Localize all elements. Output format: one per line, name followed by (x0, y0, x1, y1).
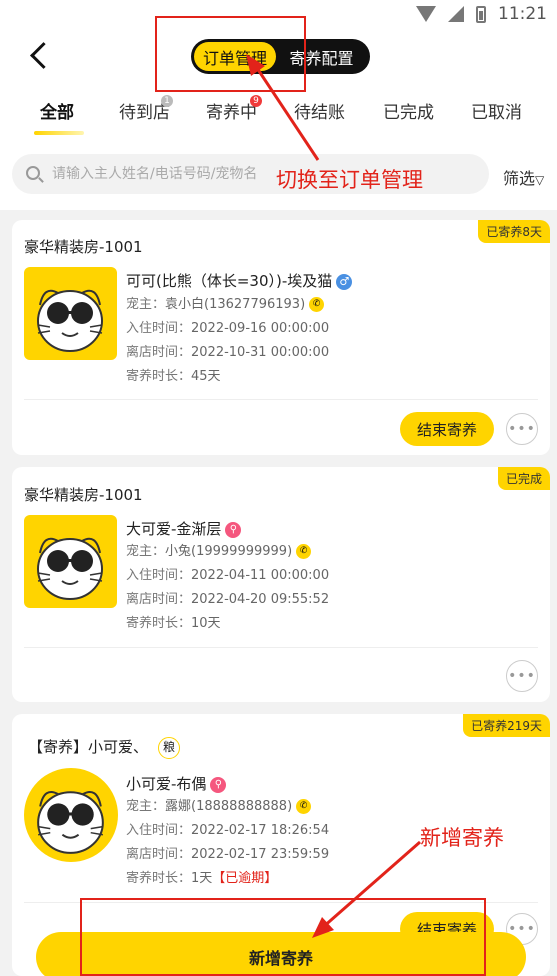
annotation-box-add (80, 898, 486, 976)
checkin-row: 入住时间：2022-02-17 18:26:54 (126, 823, 330, 838)
pet-name: 大可爱-金渐层 ⚲ (126, 518, 242, 539)
more-options-icon[interactable]: ••• (506, 660, 538, 692)
tab-indicator (34, 131, 84, 135)
pet-avatar (24, 768, 118, 862)
phone-icon[interactable]: ✆ (309, 297, 325, 312)
annotation-box-segment (155, 16, 306, 92)
pet-avatar (24, 267, 117, 360)
filter-icon: ▽ (535, 173, 545, 187)
checkout-row: 离店时间：2022-02-17 23:59:59 (126, 847, 330, 862)
wifi-icon (416, 6, 436, 22)
phone-icon[interactable]: ✆ (296, 799, 312, 814)
order-card[interactable]: 已完成 豪华精装房-1001 大可爱-金渐层 ⚲ 宠主：小兔(1999999999… (12, 467, 550, 702)
filter-label: 筛选 (503, 169, 536, 188)
room-name: 【寄养】小可爱、粮 (28, 736, 181, 759)
status-badge: 已寄养8天 (478, 220, 550, 243)
back-arrow-icon[interactable] (26, 42, 54, 70)
count-badge: 1 (161, 95, 173, 107)
order-card[interactable]: 已寄养8天 豪华精装房-1001 可可(比熊（体长=30）)-埃及猫 ♂ 宠主：袁… (12, 220, 550, 455)
checkin-row: 入住时间：2022-04-11 00:00:00 (126, 568, 330, 583)
battery-icon (476, 5, 486, 23)
signal-icon (448, 6, 464, 22)
pet-name: 可可(比熊（体长=30）)-埃及猫 ♂ (126, 270, 353, 291)
tab-pending-arrival[interactable]: 待到店 1 (119, 95, 173, 123)
search-icon (26, 166, 40, 180)
more-options-icon[interactable]: ••• (506, 413, 538, 445)
status-badge: 已完成 (497, 467, 550, 490)
tab-label: 寄养中 (206, 103, 257, 123)
owner-row: 宠主：露娜(18888888888) ✆ (126, 795, 312, 819)
pet-name: 小可爱-布偶 ⚲ (126, 773, 227, 794)
count-badge: 9 (250, 95, 262, 107)
divider (24, 647, 538, 648)
clock: 11:21 (498, 4, 547, 24)
divider (24, 399, 538, 400)
end-boarding-button[interactable]: 结束寄养 (400, 412, 494, 446)
magnifier-icon: ⚲ (210, 776, 227, 793)
tab-label: 待到店 (119, 103, 170, 123)
overdue-tag: 【已逾期】 (212, 871, 278, 886)
owner-row: 宠主：小兔(19999999999) ✆ (126, 540, 312, 564)
owner-row: 宠主：袁小白(13627796193) ✆ (126, 293, 325, 317)
checkout-row: 离店时间：2022-10-31 00:00:00 (126, 345, 330, 360)
status-badge: 已寄养219天 (463, 714, 550, 737)
filter-button[interactable]: 筛选▽ (503, 165, 544, 189)
male-icon: ♂ (336, 273, 353, 290)
checkout-row: 离店时间：2022-04-20 09:55:52 (126, 592, 330, 607)
phone-icon[interactable]: ✆ (296, 544, 312, 559)
tab-pending-checkout[interactable]: 待结账 (294, 98, 345, 123)
magnifier-icon: ⚲ (225, 521, 242, 538)
tab-boarding[interactable]: 寄养中 9 (206, 95, 262, 123)
duration-row: 寄养时长：1天【已逾期】 (126, 871, 278, 886)
room-name: 豪华精装房-1001 (24, 486, 143, 504)
annotation-switch-note: 切换至订单管理 (276, 168, 423, 192)
tab-all[interactable]: 全部 (40, 98, 74, 123)
duration-row: 寄养时长：10天 (126, 616, 221, 631)
food-badge: 粮 (158, 736, 181, 759)
checkin-row: 入住时间：2022-09-16 00:00:00 (126, 321, 330, 336)
room-name: 豪华精装房-1001 (24, 238, 143, 256)
status-tabs: 全部 待到店 1 寄养中 9 待结账 已完成 已取消 (0, 95, 557, 138)
tab-completed[interactable]: 已完成 (383, 98, 434, 123)
duration-row: 寄养时长：45天 (126, 369, 221, 384)
annotation-add-note: 新增寄养 (420, 826, 504, 850)
tab-cancelled[interactable]: 已取消 (471, 98, 522, 123)
pet-avatar (24, 515, 117, 608)
